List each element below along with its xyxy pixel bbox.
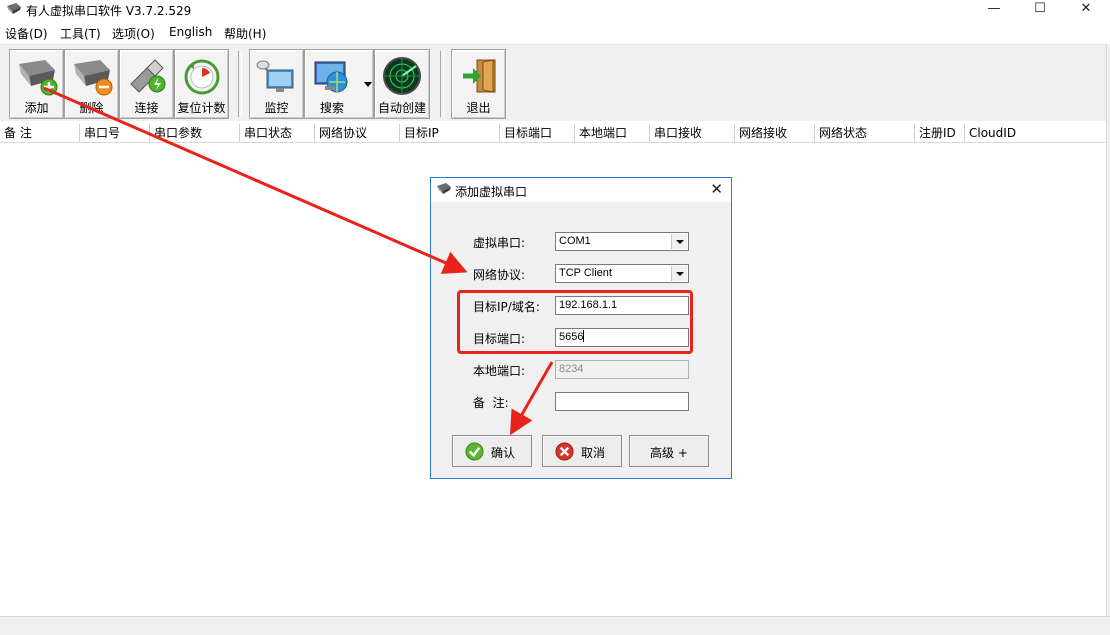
cancel-x-icon [555, 442, 574, 461]
column-header-port[interactable]: 串口号 [80, 124, 150, 142]
protocol-value: TCP Client [559, 267, 612, 279]
cancel-button[interactable]: 取消 [542, 435, 622, 467]
column-header-register-id[interactable]: 注册ID [915, 124, 965, 142]
exit-door-icon [462, 59, 495, 93]
chevron-down-icon[interactable] [671, 234, 687, 249]
column-header-port-params[interactable]: 串口参数 [150, 124, 240, 142]
cancel-button-label: 取消 [581, 446, 606, 460]
column-header-network-status[interactable]: 网络状态 [815, 124, 915, 142]
delete-button[interactable]: 删除 [64, 49, 119, 119]
menu-options[interactable]: 选项(O) [112, 25, 155, 42]
protocol-select[interactable]: TCP Client [555, 264, 689, 283]
column-header-network-rx[interactable]: 网络接收 [735, 124, 815, 142]
local-port-value: 8234 [559, 363, 584, 375]
virtual-port-value: COM1 [559, 235, 591, 247]
exit-button-label: 退出 [466, 101, 491, 115]
port-table-header: 备 注 串口号 串口参数 串口状态 网络协议 目标IP 目标端口 本地端口 串口… [0, 124, 1106, 143]
menu-tools[interactable]: 工具(T) [60, 25, 101, 42]
column-header-cloud-id[interactable]: CloudID [965, 124, 1106, 142]
local-port-label: 本地端口: [473, 364, 526, 378]
auto-create-button[interactable]: 自动创建 [374, 49, 430, 119]
monitor-button[interactable]: 监控 [249, 49, 304, 119]
menu-device[interactable]: 设备(D) [5, 25, 48, 42]
protocol-label: 网络协议: [473, 268, 526, 282]
ok-button[interactable]: 确认 [452, 435, 532, 467]
vertical-scrollbar[interactable] [1106, 44, 1110, 616]
menu-help[interactable]: 帮助(H) [224, 25, 266, 42]
annotation-highlight-box [457, 290, 693, 354]
app-logo-icon [437, 183, 451, 194]
column-header-target-port[interactable]: 目标端口 [500, 124, 575, 142]
status-bar [0, 616, 1110, 635]
remark-input[interactable] [555, 392, 689, 411]
chevron-down-icon[interactable] [364, 82, 372, 88]
connect-button-label: 连接 [134, 101, 159, 115]
toolbar-separator [440, 51, 444, 117]
virtual-port-label: 虚拟串口: [473, 236, 526, 250]
exit-button[interactable]: 退出 [451, 49, 506, 119]
minimize-button[interactable]: — [971, 0, 1017, 20]
column-header-protocol[interactable]: 网络协议 [315, 124, 400, 142]
dialog-title: 添加虚拟串口 [455, 185, 528, 199]
dialog-close-button[interactable]: ✕ [710, 180, 723, 198]
search-button[interactable]: 搜索 [304, 49, 374, 119]
auto-create-button-label: 自动创建 [377, 101, 426, 115]
column-header-target-ip[interactable]: 目标IP [400, 124, 500, 142]
search-button-label: 搜索 [319, 101, 344, 115]
search-globe-icon [314, 61, 348, 93]
title-bar: 有人虚拟串口软件 V3.7.2.529 — ☐ ✕ [0, 0, 1110, 20]
app-logo-icon [7, 3, 21, 14]
remark-label: 备 注: [473, 396, 509, 410]
advanced-button[interactable]: 高级 + [629, 435, 709, 467]
connect-plug-icon [129, 59, 165, 93]
check-icon [465, 442, 484, 461]
serial-port-add-icon [18, 60, 57, 96]
monitor-button-label: 监控 [264, 101, 289, 115]
add-button-label: 添加 [24, 101, 49, 115]
radar-icon [383, 57, 421, 95]
serial-port-delete-icon [73, 60, 112, 96]
reset-counter-icon [184, 59, 219, 95]
advanced-button-label: 高级 + [650, 446, 688, 460]
menu-bar: 设备(D) 工具(T) 选项(O) English 帮助(H) [0, 22, 1110, 44]
local-port-input: 8234 [555, 360, 689, 379]
connect-button[interactable]: 连接 [119, 49, 174, 119]
maximize-button[interactable]: ☐ [1017, 0, 1063, 20]
column-header-serial-rx[interactable]: 串口接收 [650, 124, 735, 142]
chevron-down-icon[interactable] [671, 266, 687, 281]
virtual-port-select[interactable]: COM1 [555, 232, 689, 251]
delete-button-label: 删除 [79, 101, 104, 115]
monitor-icon [256, 60, 293, 92]
close-button[interactable]: ✕ [1063, 0, 1109, 20]
menu-english[interactable]: English [169, 25, 212, 39]
column-header-local-port[interactable]: 本地端口 [575, 124, 650, 142]
toolbar: 添加 删除 连接 复位计数 监控 搜索 自动创建 退出 [0, 44, 1110, 121]
window-title: 有人虚拟串口软件 V3.7.2.529 [26, 4, 192, 18]
column-header-port-status[interactable]: 串口状态 [240, 124, 315, 142]
add-button[interactable]: 添加 [9, 49, 64, 119]
reset-counter-button-label: 复位计数 [177, 101, 226, 115]
dialog-title-bar: 添加虚拟串口 ✕ [431, 178, 731, 202]
column-header-remark[interactable]: 备 注 [0, 124, 80, 142]
ok-button-label: 确认 [491, 446, 516, 460]
reset-counter-button[interactable]: 复位计数 [174, 49, 229, 119]
toolbar-separator [238, 51, 242, 117]
